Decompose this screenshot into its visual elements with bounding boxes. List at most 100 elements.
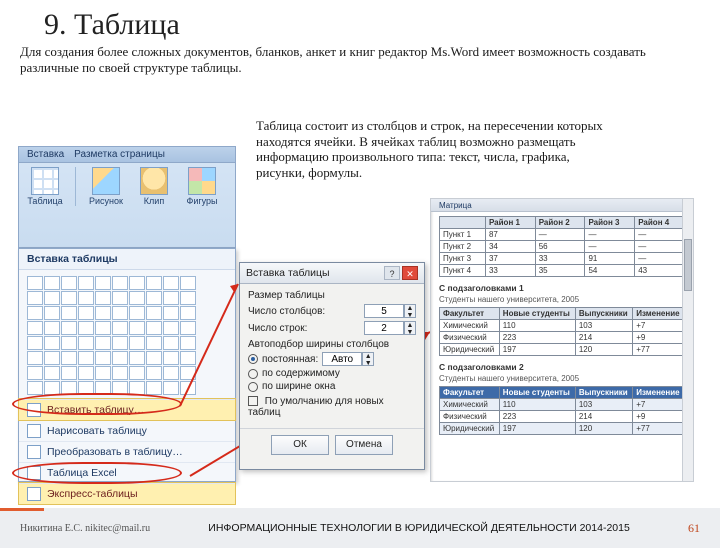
menu-draw-table[interactable]: Нарисовать таблицу xyxy=(19,420,235,441)
grid-cell[interactable] xyxy=(146,336,162,350)
ribbon-tab-pagelayout[interactable]: Разметка страницы xyxy=(74,149,165,160)
grid-cell[interactable] xyxy=(61,321,77,335)
rows-spinner[interactable]: ▲▼ xyxy=(364,321,416,335)
grid-cell[interactable] xyxy=(163,276,179,290)
grid-cell[interactable] xyxy=(78,366,94,380)
grid-cell[interactable] xyxy=(61,306,77,320)
grid-cell[interactable] xyxy=(95,336,111,350)
checkbox-default[interactable] xyxy=(248,396,258,406)
grid-cell[interactable] xyxy=(129,381,145,395)
cancel-button[interactable]: Отмена xyxy=(335,435,393,455)
grid-cell[interactable] xyxy=(44,291,60,305)
grid-cell[interactable] xyxy=(180,351,196,365)
grid-cell[interactable] xyxy=(146,276,162,290)
grid-cell[interactable] xyxy=(95,381,111,395)
grid-cell[interactable] xyxy=(95,366,111,380)
grid-cell[interactable] xyxy=(146,381,162,395)
grid-cell[interactable] xyxy=(129,291,145,305)
grid-cell[interactable] xyxy=(180,276,196,290)
grid-cell[interactable] xyxy=(61,291,77,305)
grid-cell[interactable] xyxy=(78,276,94,290)
grid-cell[interactable] xyxy=(44,336,60,350)
radio-window[interactable]: по ширине окна xyxy=(248,381,416,392)
grid-cell[interactable] xyxy=(146,351,162,365)
menu-quick-tables[interactable]: Экспресс-таблицы xyxy=(19,483,235,504)
grid-cell[interactable] xyxy=(180,291,196,305)
grid-cell[interactable] xyxy=(95,351,111,365)
grid-cell[interactable] xyxy=(129,306,145,320)
grid-cell[interactable] xyxy=(112,276,128,290)
cols-input[interactable] xyxy=(364,304,404,318)
scrollbar-vertical[interactable] xyxy=(682,199,693,481)
menu-convert-table[interactable]: Преобразовать в таблицу… xyxy=(19,441,235,462)
grid-cell[interactable] xyxy=(61,336,77,350)
dialog-help-button[interactable]: ? xyxy=(384,266,400,280)
ribbon-tab-insert[interactable]: Вставка xyxy=(27,149,64,160)
grid-cell[interactable] xyxy=(61,276,77,290)
grid-cell[interactable] xyxy=(129,351,145,365)
grid-cell[interactable] xyxy=(146,321,162,335)
grid-cell[interactable] xyxy=(129,336,145,350)
grid-cell[interactable] xyxy=(163,336,179,350)
grid-cell[interactable] xyxy=(112,381,128,395)
grid-cell[interactable] xyxy=(112,366,128,380)
grid-cell[interactable] xyxy=(163,366,179,380)
grid-cell[interactable] xyxy=(112,351,128,365)
grid-cell[interactable] xyxy=(146,291,162,305)
grid-cell[interactable] xyxy=(27,276,43,290)
grid-cell[interactable] xyxy=(180,366,196,380)
grid-cell[interactable] xyxy=(180,306,196,320)
grid-cell[interactable] xyxy=(78,351,94,365)
grid-cell[interactable] xyxy=(27,306,43,320)
grid-cell[interactable] xyxy=(112,306,128,320)
grid-cell[interactable] xyxy=(27,381,43,395)
grid-cell[interactable] xyxy=(44,306,60,320)
grid-cell[interactable] xyxy=(163,291,179,305)
grid-cell[interactable] xyxy=(95,291,111,305)
grid-cell[interactable] xyxy=(95,276,111,290)
grid-cell[interactable] xyxy=(27,366,43,380)
grid-cell[interactable] xyxy=(112,336,128,350)
grid-cell[interactable] xyxy=(95,306,111,320)
ribbon-shapes-button[interactable]: Фигуры xyxy=(182,167,222,206)
grid-cell[interactable] xyxy=(146,306,162,320)
grid-cell[interactable] xyxy=(61,351,77,365)
grid-cell[interactable] xyxy=(163,306,179,320)
grid-cell[interactable] xyxy=(27,351,43,365)
grid-cell[interactable] xyxy=(95,321,111,335)
grid-cell[interactable] xyxy=(78,336,94,350)
grid-cell[interactable] xyxy=(180,336,196,350)
grid-cell[interactable] xyxy=(146,366,162,380)
grid-cell[interactable] xyxy=(129,276,145,290)
ribbon-clip-button[interactable]: Клип xyxy=(134,167,174,206)
ribbon-picture-button[interactable]: Рисунок xyxy=(86,167,126,206)
grid-cell[interactable] xyxy=(78,291,94,305)
grid-cell[interactable] xyxy=(78,321,94,335)
grid-cell[interactable] xyxy=(129,366,145,380)
radio-content[interactable]: по содержимому xyxy=(248,368,416,379)
grid-cell[interactable] xyxy=(27,336,43,350)
grid-cell[interactable] xyxy=(163,381,179,395)
grid-cell[interactable] xyxy=(163,321,179,335)
grid-cell[interactable] xyxy=(44,321,60,335)
ok-button[interactable]: ОК xyxy=(271,435,329,455)
menu-insert-table[interactable]: Вставить таблицу… xyxy=(19,399,235,420)
cols-spinner[interactable]: ▲▼ xyxy=(364,304,416,318)
grid-cell[interactable] xyxy=(112,291,128,305)
ribbon-table-button[interactable]: Таблица xyxy=(25,167,65,206)
fixed-width-input[interactable] xyxy=(322,352,362,366)
grid-cell[interactable] xyxy=(61,381,77,395)
fixed-width-spinner[interactable]: ▲▼ xyxy=(322,352,374,366)
menu-excel-table[interactable]: Таблица Excel xyxy=(19,462,235,483)
grid-cell[interactable] xyxy=(44,381,60,395)
table-size-grid[interactable] xyxy=(27,276,227,395)
grid-cell[interactable] xyxy=(163,351,179,365)
rows-input[interactable] xyxy=(364,321,404,335)
grid-cell[interactable] xyxy=(180,321,196,335)
grid-cell[interactable] xyxy=(78,306,94,320)
grid-cell[interactable] xyxy=(44,351,60,365)
grid-cell[interactable] xyxy=(61,366,77,380)
grid-cell[interactable] xyxy=(27,291,43,305)
grid-cell[interactable] xyxy=(44,276,60,290)
grid-cell[interactable] xyxy=(78,381,94,395)
